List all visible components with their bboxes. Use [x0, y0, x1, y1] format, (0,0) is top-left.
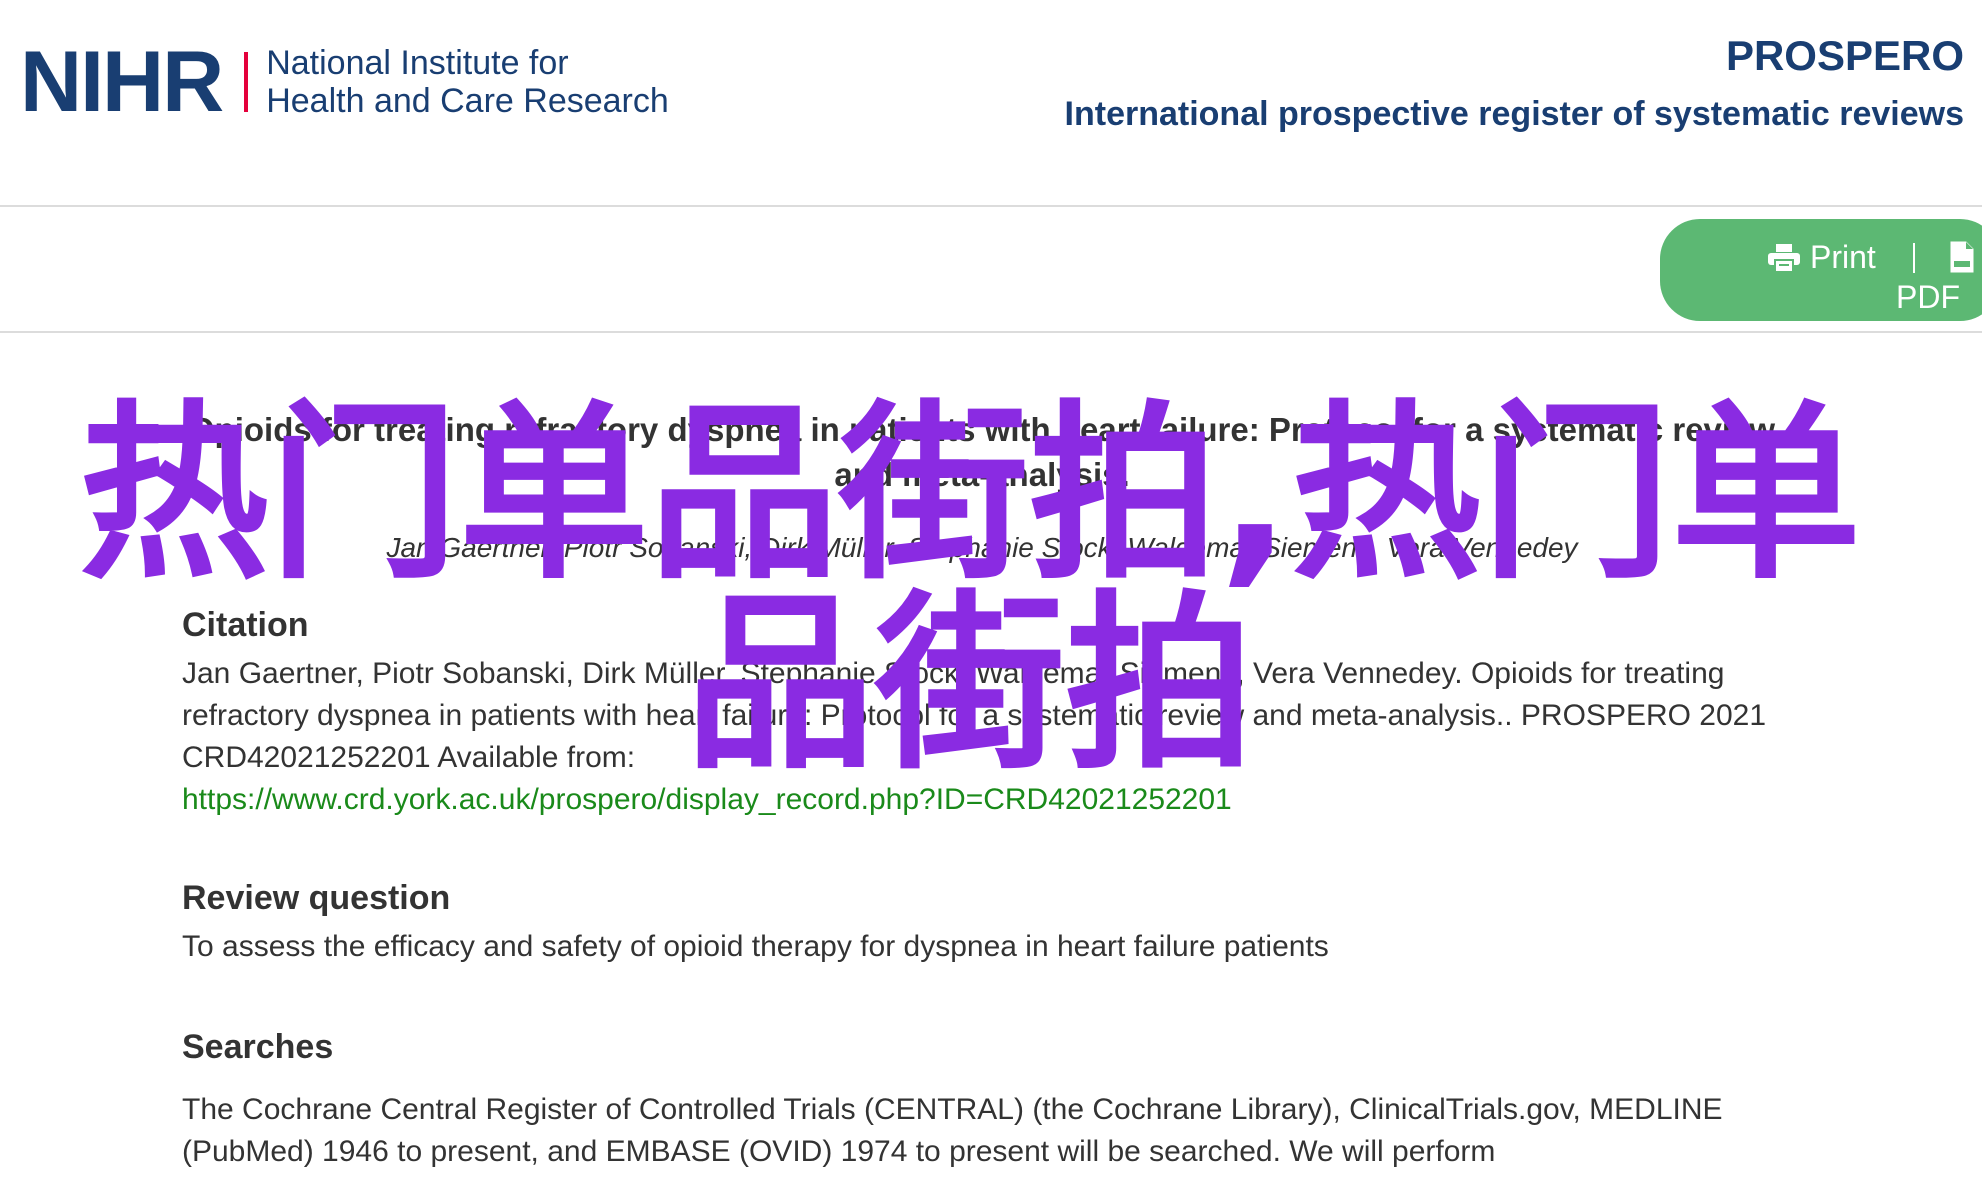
nihr-logo-mark: NIHR	[20, 34, 224, 130]
print-pdf-controls: Print PDF	[1660, 219, 1982, 321]
site-header: NIHR National Institute for Health and C…	[0, 0, 1982, 207]
citation-text: Jan Gaertner, Piotr Sobanski, Dirk Mülle…	[182, 657, 1767, 774]
nihr-logo[interactable]: NIHR National Institute for Health and C…	[20, 34, 669, 130]
app-subtitle: International prospective register of sy…	[1064, 95, 1964, 133]
searches-section: Searches The Cochrane Central Register o…	[182, 1028, 1822, 1173]
record-content: Opioids for treating refractory dyspnea …	[182, 333, 1822, 1173]
org-name-line1: National Institute for	[266, 44, 569, 82]
citation-text-block: Jan Gaertner, Piotr Sobanski, Dirk Mülle…	[182, 653, 1802, 821]
searches-text: The Cochrane Central Register of Control…	[182, 1093, 1723, 1168]
citation-link[interactable]: https://www.crd.york.ac.uk/prospero/disp…	[182, 783, 1232, 816]
record-authors: Jan Gaertner, Piotr Sobanski, Dirk Mülle…	[386, 532, 1578, 563]
review-question-heading: Review question	[182, 879, 451, 917]
app-title[interactable]: PROSPERO	[1726, 32, 1964, 80]
review-question-section: Review question To assess the efficacy a…	[182, 879, 1822, 968]
record-toolbar: Print PDF	[0, 207, 1982, 333]
review-question-text: To assess the efficacy and safety of opi…	[182, 930, 1329, 963]
logo-divider	[244, 52, 249, 112]
citation-heading: Citation	[182, 606, 309, 644]
printer-icon	[1768, 243, 1800, 272]
print-button[interactable]: Print	[1768, 239, 1876, 276]
print-label: Print	[1810, 239, 1876, 275]
toolbar-divider	[1913, 243, 1915, 273]
pdf-file-icon[interactable]	[1950, 241, 1974, 273]
record-title: Opioids for treating refractory dyspnea …	[188, 411, 1776, 493]
searches-heading: Searches	[182, 1028, 334, 1066]
org-name: National Institute for Health and Care R…	[266, 44, 669, 120]
citation-section: Citation Jan Gaertner, Piotr Sobanski, D…	[182, 606, 1822, 821]
pdf-button[interactable]: PDF	[1896, 279, 1960, 316]
org-name-line2: Health and Care Research	[266, 82, 669, 120]
